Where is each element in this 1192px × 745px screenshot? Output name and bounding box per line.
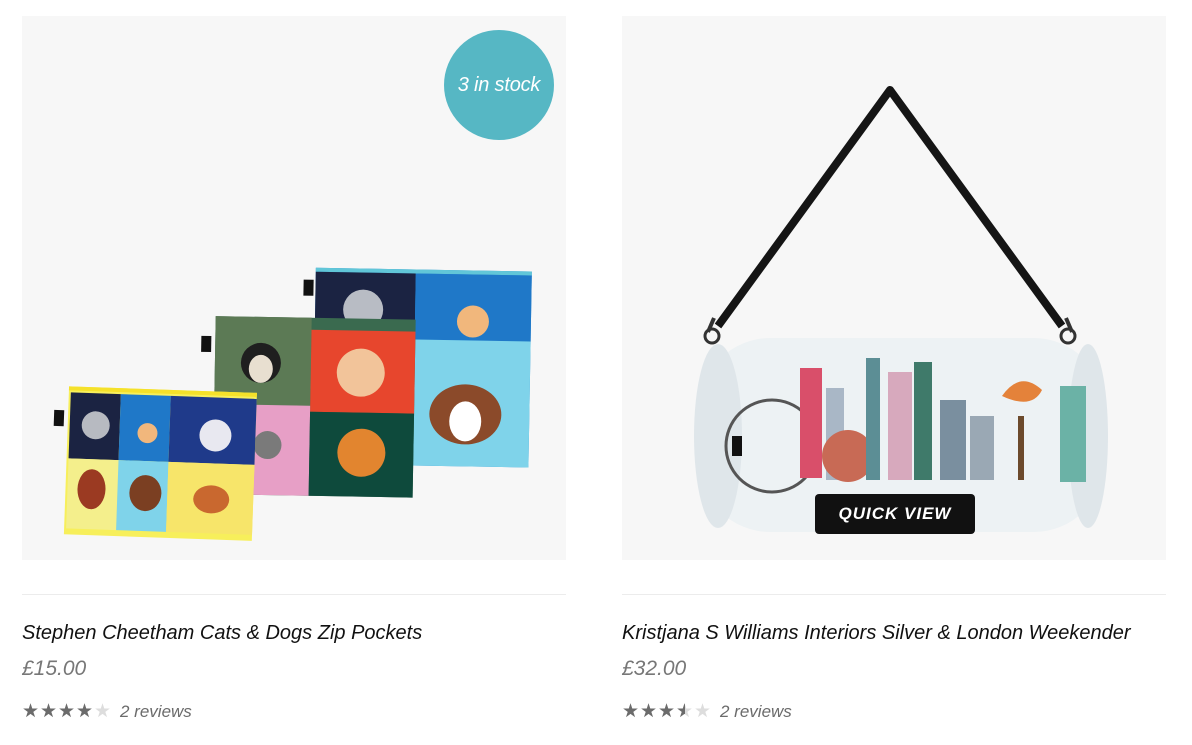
star-icon: ★★ — [658, 701, 676, 722]
star-icon: ★★ — [676, 701, 694, 722]
product-image-container[interactable]: 3 in stock — [22, 16, 566, 560]
divider — [22, 594, 566, 595]
product-title[interactable]: Stephen Cheetham Cats & Dogs Zip Pockets — [22, 622, 582, 645]
star-icon: ★★ — [94, 701, 112, 722]
star-icon: ★★ — [40, 701, 58, 722]
divider — [622, 594, 1166, 595]
product-price: £32.00 — [622, 657, 687, 680]
reviews-link[interactable]: 2 reviews — [720, 702, 792, 722]
star-icon: ★★ — [640, 701, 658, 722]
quick-view-button[interactable]: QUICK VIEW — [815, 494, 975, 534]
reviews-link[interactable]: 2 reviews — [120, 702, 192, 722]
product-card[interactable]: 3 in stock Stephen Cheetham Cats & Dogs … — [22, 16, 566, 721]
product-price: £15.00 — [22, 657, 87, 680]
star-icon: ★★ — [622, 701, 640, 722]
product-image-container[interactable]: QUICK VIEW — [622, 16, 1166, 560]
star-icon: ★★ — [22, 701, 40, 722]
star-icon: ★★ — [58, 701, 76, 722]
product-rating: ★★★★★★★★★★ 2 reviews — [622, 702, 792, 722]
weekender-bag-image[interactable] — [622, 16, 1166, 560]
star-rating: ★★★★★★★★★★ — [622, 701, 712, 722]
star-icon: ★★ — [694, 701, 712, 722]
star-rating: ★★★★★★★★★★ — [22, 701, 112, 722]
product-title[interactable]: Kristjana S Williams Interiors Silver & … — [622, 622, 1182, 645]
stock-badge: 3 in stock — [444, 30, 554, 140]
star-icon: ★★ — [76, 701, 94, 722]
product-rating: ★★★★★★★★★★ 2 reviews — [22, 702, 192, 722]
product-card[interactable]: QUICK VIEW Kristjana S Williams Interior… — [622, 16, 1166, 721]
